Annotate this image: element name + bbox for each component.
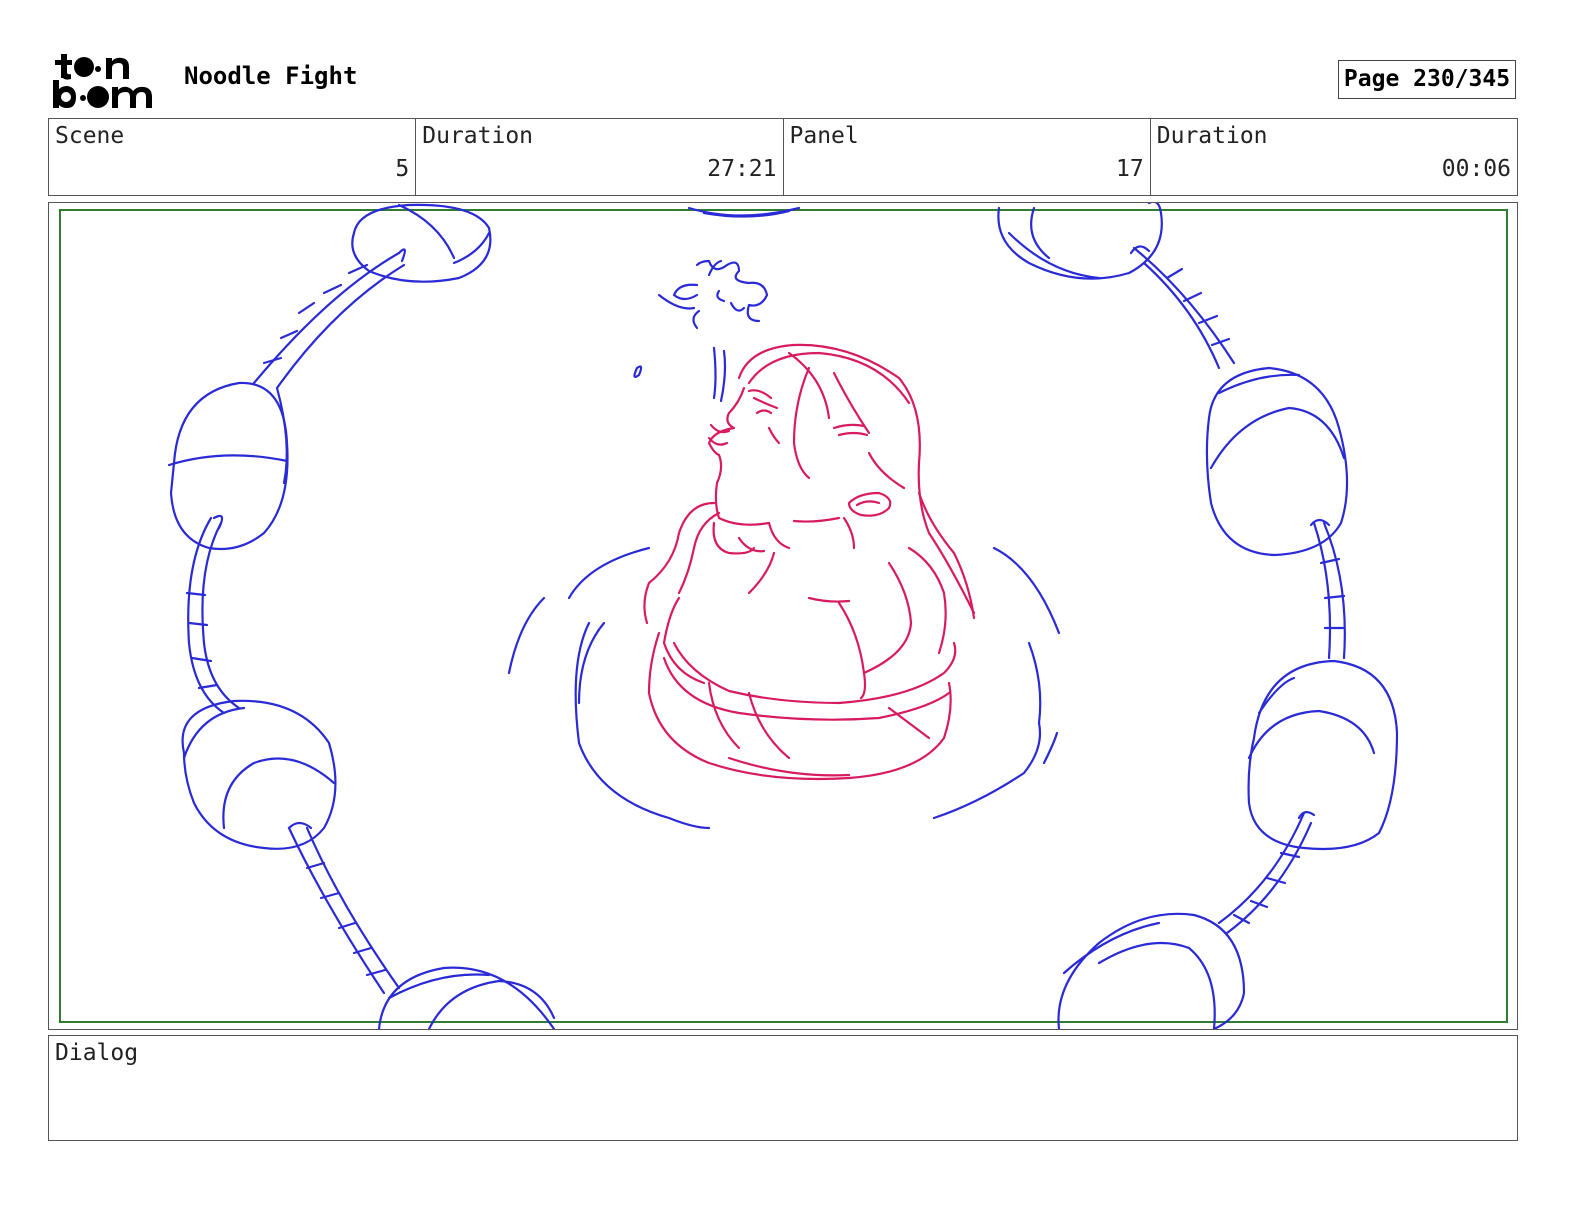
page-indicator: Page 230/345 — [1338, 60, 1516, 99]
scene-label: Scene — [55, 123, 125, 149]
scene-value: 5 — [395, 156, 410, 182]
dialog-box: Dialog — [48, 1035, 1518, 1141]
panel-sketch — [59, 203, 1508, 1029]
panel-value: 17 — [1116, 156, 1144, 182]
panel-duration-value: 00:06 — [1441, 156, 1511, 182]
storyboard-panel — [48, 202, 1518, 1030]
project-title: Noodle Fight — [184, 62, 358, 90]
scene-duration-value: 27:21 — [707, 156, 777, 182]
toon-boom-logo — [52, 50, 164, 112]
buoy-ring-sketch — [167, 203, 1399, 1029]
safe-frame — [59, 209, 1508, 1023]
panel-duration-field: Duration 00:06 — [1151, 119, 1517, 195]
scene-duration-field: Duration 27:21 — [416, 119, 784, 195]
dialog-label: Dialog — [55, 1040, 139, 1066]
character-sketch — [643, 343, 976, 781]
scene-duration-label: Duration — [422, 123, 534, 149]
panel-info-row: Scene 5 Duration 27:21 Panel 17 Duration… — [48, 118, 1518, 196]
panel-field: Panel 17 — [784, 119, 1151, 195]
panel-duration-label: Duration — [1156, 123, 1268, 149]
scene-field: Scene 5 — [49, 119, 417, 195]
panel-label: Panel — [789, 123, 859, 149]
